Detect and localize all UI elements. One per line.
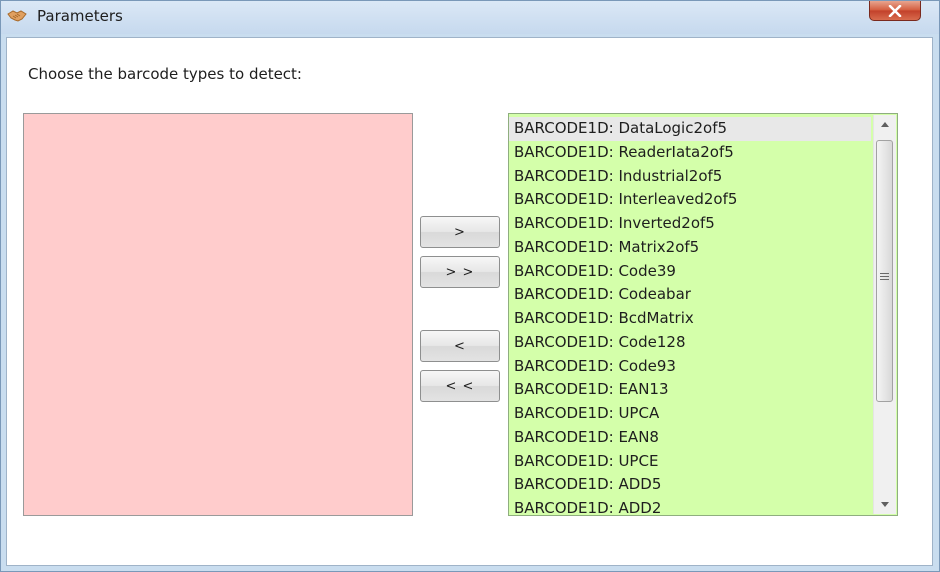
selected-barcode-types-list[interactable] [23, 113, 413, 516]
remove-button[interactable]: < [420, 330, 500, 362]
list-item[interactable]: BARCODE1D: EAN8 [509, 426, 871, 450]
remove-all-button[interactable]: < < [420, 370, 500, 402]
window-title: Parameters [37, 7, 123, 25]
list-item[interactable]: BARCODE1D: ADD5 [509, 473, 871, 497]
available-items: BARCODE1D: DataLogic2of5 BARCODE1D: Read… [509, 117, 871, 515]
list-item[interactable]: BARCODE1D: ADD2 [509, 497, 871, 515]
list-item[interactable]: BARCODE1D: Inverted2of5 [509, 212, 871, 236]
available-barcode-types-list[interactable]: BARCODE1D: DataLogic2of5 BARCODE1D: Read… [508, 113, 898, 516]
vertical-scrollbar[interactable] [873, 115, 896, 514]
close-button[interactable] [869, 1, 921, 21]
grip-icon [880, 266, 889, 280]
list-item[interactable]: BARCODE1D: UPCA [509, 402, 871, 426]
title-bar[interactable]: Parameters [1, 1, 939, 34]
list-item[interactable]: BARCODE1D: Interleaved2of5 [509, 188, 871, 212]
scroll-down-arrow-icon[interactable] [874, 495, 896, 514]
handshake-icon [7, 8, 27, 24]
list-item[interactable]: BARCODE1D: BcdMatrix [509, 307, 871, 331]
list-item[interactable]: BARCODE1D: Code39 [509, 260, 871, 284]
add-all-button[interactable]: > > [420, 256, 500, 288]
scrollbar-thumb[interactable] [876, 140, 893, 402]
list-item[interactable]: BARCODE1D: Matrix2of5 [509, 236, 871, 260]
add-button[interactable]: > [420, 216, 500, 248]
list-item[interactable]: BARCODE1D: Codeabar [509, 283, 871, 307]
instruction-label: Choose the barcode types to detect: [28, 65, 302, 83]
list-item[interactable]: BARCODE1D: ReaderIata2of5 [509, 141, 871, 165]
scroll-up-arrow-icon[interactable] [874, 115, 896, 134]
list-item[interactable]: BARCODE1D: Industrial2of5 [509, 165, 871, 189]
close-icon [888, 4, 902, 17]
list-item[interactable]: BARCODE1D: UPCE [509, 450, 871, 474]
list-item[interactable]: BARCODE1D: DataLogic2of5 [509, 117, 871, 141]
list-item[interactable]: BARCODE1D: EAN13 [509, 378, 871, 402]
list-item[interactable]: BARCODE1D: Code128 [509, 331, 871, 355]
dialog-body: Choose the barcode types to detect: > > … [6, 37, 933, 566]
parameters-window: Parameters Choose the barcode types to d… [0, 0, 940, 572]
list-item[interactable]: BARCODE1D: Code93 [509, 355, 871, 379]
